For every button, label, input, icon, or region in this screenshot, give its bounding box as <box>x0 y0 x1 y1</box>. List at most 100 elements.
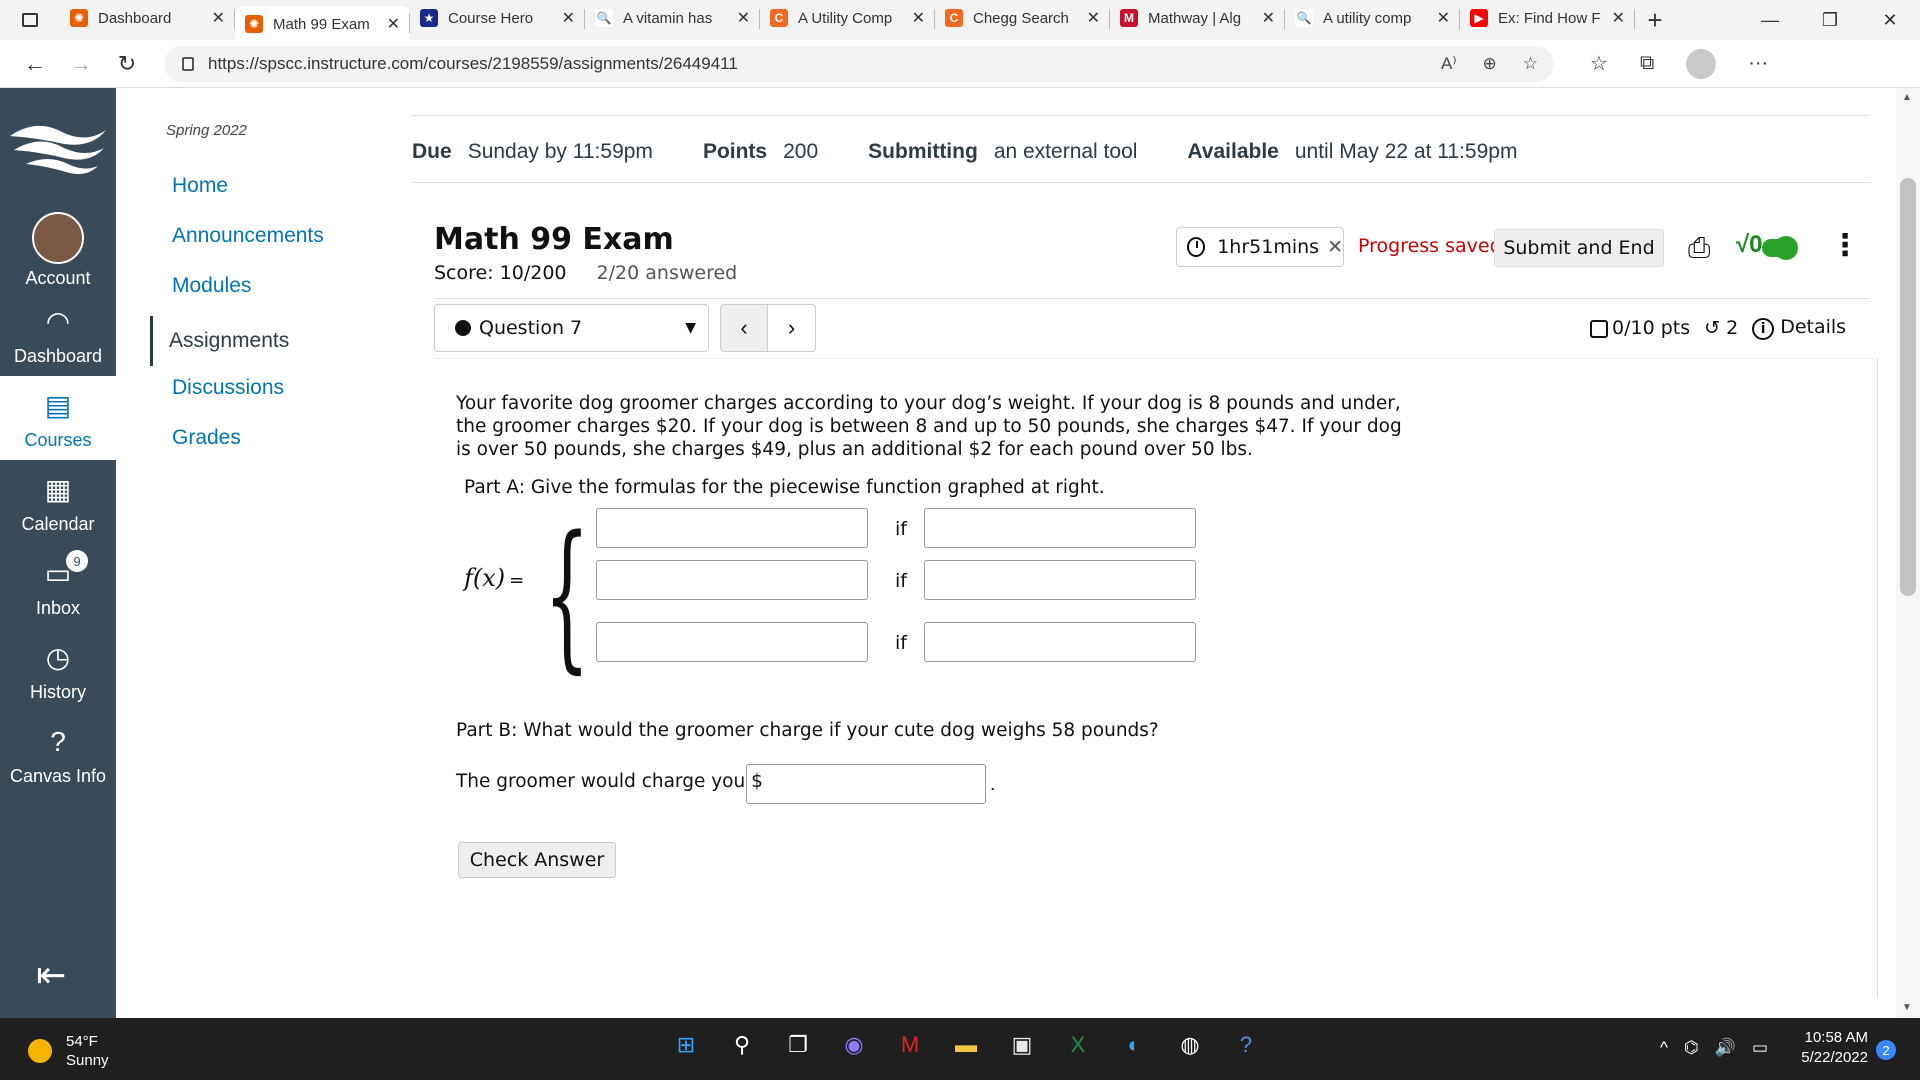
checkbox-icon <box>1590 319 1608 338</box>
course-nav-assignments[interactable]: Assignments <box>150 316 289 366</box>
charge-prompt: The groomer would charge you $ <box>456 771 763 792</box>
close-window-icon[interactable]: ✕ <box>1860 0 1920 40</box>
store-icon[interactable]: ▣ <box>1006 1029 1038 1061</box>
app-icon[interactable]: ◍ <box>1174 1029 1206 1061</box>
task-view-icon[interactable]: ❐ <box>782 1029 814 1061</box>
weather-condition: Sunny <box>66 1052 109 1069</box>
browser-tab[interactable]: C A Utility Comp ✕ <box>760 2 935 34</box>
question-select[interactable]: Question 7 ▼ <box>434 304 709 352</box>
url-field[interactable]: https://spscc.instructure.com/courses/21… <box>164 45 1554 82</box>
formula-input-2[interactable] <box>596 560 868 600</box>
scroll-up-icon[interactable]: ▲ <box>1902 92 1912 103</box>
excel-icon[interactable]: X <box>1062 1029 1094 1061</box>
tab-favicon-icon: ★ <box>420 9 438 27</box>
course-nav-modules[interactable]: Modules <box>156 266 251 306</box>
teams-chat-icon[interactable]: ◉ <box>838 1029 870 1061</box>
scroll-down-icon[interactable]: ▼ <box>1902 1002 1912 1013</box>
zoom-icon[interactable]: ⊕ <box>1483 54 1497 74</box>
close-tab-icon[interactable]: ✕ <box>1437 8 1450 28</box>
close-tab-icon[interactable]: ✕ <box>1262 8 1275 28</box>
browser-tab[interactable]: ★ Course Hero ✕ <box>410 2 585 34</box>
nav-calendar[interactable]: ▦ Calendar <box>0 460 116 544</box>
read-aloud-icon[interactable]: A⁾ <box>1441 54 1457 74</box>
mcafee-icon[interactable]: M <box>894 1029 926 1061</box>
nav-account[interactable]: Account <box>0 208 116 292</box>
back-icon[interactable]: ← <box>12 51 58 77</box>
system-tray: ^ ⌬ 🔊 ▭ <box>1660 1038 1768 1058</box>
minimize-icon[interactable]: — <box>1740 0 1800 40</box>
collections-icon[interactable]: ⧉ <box>1640 52 1654 75</box>
new-tab-button[interactable]: + <box>1635 5 1675 36</box>
formula-input-3[interactable] <box>596 622 868 662</box>
close-tab-icon[interactable]: ✕ <box>387 14 400 34</box>
points-value: 200 <box>783 140 819 163</box>
close-timer-icon[interactable]: ✕ <box>1327 236 1343 258</box>
refresh-icon[interactable]: ↻ <box>104 51 150 77</box>
browser-tab[interactable]: C Chegg Search ✕ <box>935 2 1110 34</box>
notification-badge[interactable]: 2 <box>1876 1040 1896 1060</box>
forward-icon[interactable]: → <box>58 51 104 77</box>
start-icon[interactable]: ⊞ <box>670 1029 702 1061</box>
nav-courses[interactable]: ▤ Courses <box>0 376 116 460</box>
vertical-scrollbar[interactable]: ▲ ▼ <box>1896 88 1920 1018</box>
nav-dashboard[interactable]: ◠ Dashboard <box>0 292 116 376</box>
volume-icon[interactable]: 🔊 <box>1715 1038 1736 1058</box>
close-tab-icon[interactable]: ✕ <box>562 8 575 28</box>
chevron-up-icon[interactable]: ^ <box>1660 1038 1668 1058</box>
nav-inbox[interactable]: ▭ 9 Inbox <box>0 544 116 628</box>
battery-icon[interactable]: ▭ <box>1752 1038 1768 1058</box>
question-pager: ‹ › <box>720 304 816 352</box>
condition-input-1[interactable] <box>924 508 1196 548</box>
tab-actions-icon[interactable] <box>0 0 60 40</box>
favorites-icon[interactable]: ☆ <box>1590 51 1608 76</box>
close-tab-icon[interactable]: ✕ <box>1087 8 1100 28</box>
browser-tab[interactable]: ✺ Math 99 Exam ✕ <box>235 6 410 42</box>
tab-title: Math 99 Exam <box>273 15 370 33</box>
next-question-button[interactable]: › <box>768 304 816 352</box>
browser-tab[interactable]: ▶ Ex: Find How F ✕ <box>1460 2 1635 34</box>
check-answer-button[interactable]: Check Answer <box>458 842 616 878</box>
canvas-logo[interactable] <box>0 88 116 208</box>
browser-tab[interactable]: M Mathway | Alg ✕ <box>1110 2 1285 34</box>
course-nav-announcements[interactable]: Announcements <box>156 216 324 256</box>
file-explorer-icon[interactable]: ▬ <box>950 1029 982 1061</box>
close-tab-icon[interactable]: ✕ <box>1612 8 1625 28</box>
attempts-count: 2 <box>1726 317 1739 339</box>
print-icon[interactable]: ⎙ <box>1688 232 1710 265</box>
browser-tab[interactable]: ✺ Dashboard ✕ <box>60 2 235 34</box>
weather-widget[interactable]: 54°F Sunny <box>28 1032 109 1070</box>
close-tab-icon[interactable]: ✕ <box>737 8 750 28</box>
close-tab-icon[interactable]: ✕ <box>212 8 225 28</box>
previous-question-button[interactable]: ‹ <box>720 304 768 352</box>
browser-tab[interactable]: 🔍 A utility comp ✕ <box>1285 2 1460 34</box>
collapse-nav-icon[interactable]: ⇤ <box>36 954 66 996</box>
edge-icon[interactable]: ◐ <box>1118 1029 1150 1061</box>
restore-icon[interactable]: ❐ <box>1800 0 1860 40</box>
nav-canvas-info[interactable]: ? Canvas Info <box>0 712 116 796</box>
profile-avatar[interactable] <box>1686 48 1717 79</box>
condition-input-2[interactable] <box>924 560 1196 600</box>
settings-more-icon[interactable]: ··· <box>1748 52 1768 75</box>
charge-input[interactable] <box>746 764 986 804</box>
browser-tab[interactable]: 🔍 A vitamin has ✕ <box>585 2 760 34</box>
scrollbar-thumb[interactable] <box>1900 178 1916 596</box>
condition-input-3[interactable] <box>924 622 1196 662</box>
search-icon[interactable]: ⚲ <box>726 1029 758 1061</box>
add-favorite-icon[interactable]: ☆ <box>1523 54 1538 74</box>
assignment-details: Due Sunday by 11:59pm Points 200 Submitt… <box>412 132 1567 172</box>
formula-input-1[interactable] <box>596 508 868 548</box>
more-options-icon[interactable]: ⋮ <box>1830 228 1860 263</box>
details-link[interactable]: i Details <box>1752 316 1846 340</box>
close-tab-icon[interactable]: ✕ <box>912 8 925 28</box>
sun-icon <box>28 1039 52 1063</box>
help-app-icon[interactable]: ? <box>1230 1029 1262 1061</box>
course-nav-home[interactable]: Home <box>156 166 228 206</box>
timer[interactable]: 1hr51mins ✕ <box>1176 227 1344 267</box>
network-icon[interactable]: ⌬ <box>1684 1038 1699 1058</box>
math-toggle[interactable] <box>1762 236 1798 260</box>
course-nav-discussions[interactable]: Discussions <box>156 368 284 408</box>
submit-and-end-button[interactable]: Submit and End <box>1494 229 1664 267</box>
course-nav-grades[interactable]: Grades <box>156 418 241 458</box>
nav-history[interactable]: ◷ History <box>0 628 116 712</box>
clock[interactable]: 10:58 AM 5/22/2022 <box>1798 1028 1868 1068</box>
